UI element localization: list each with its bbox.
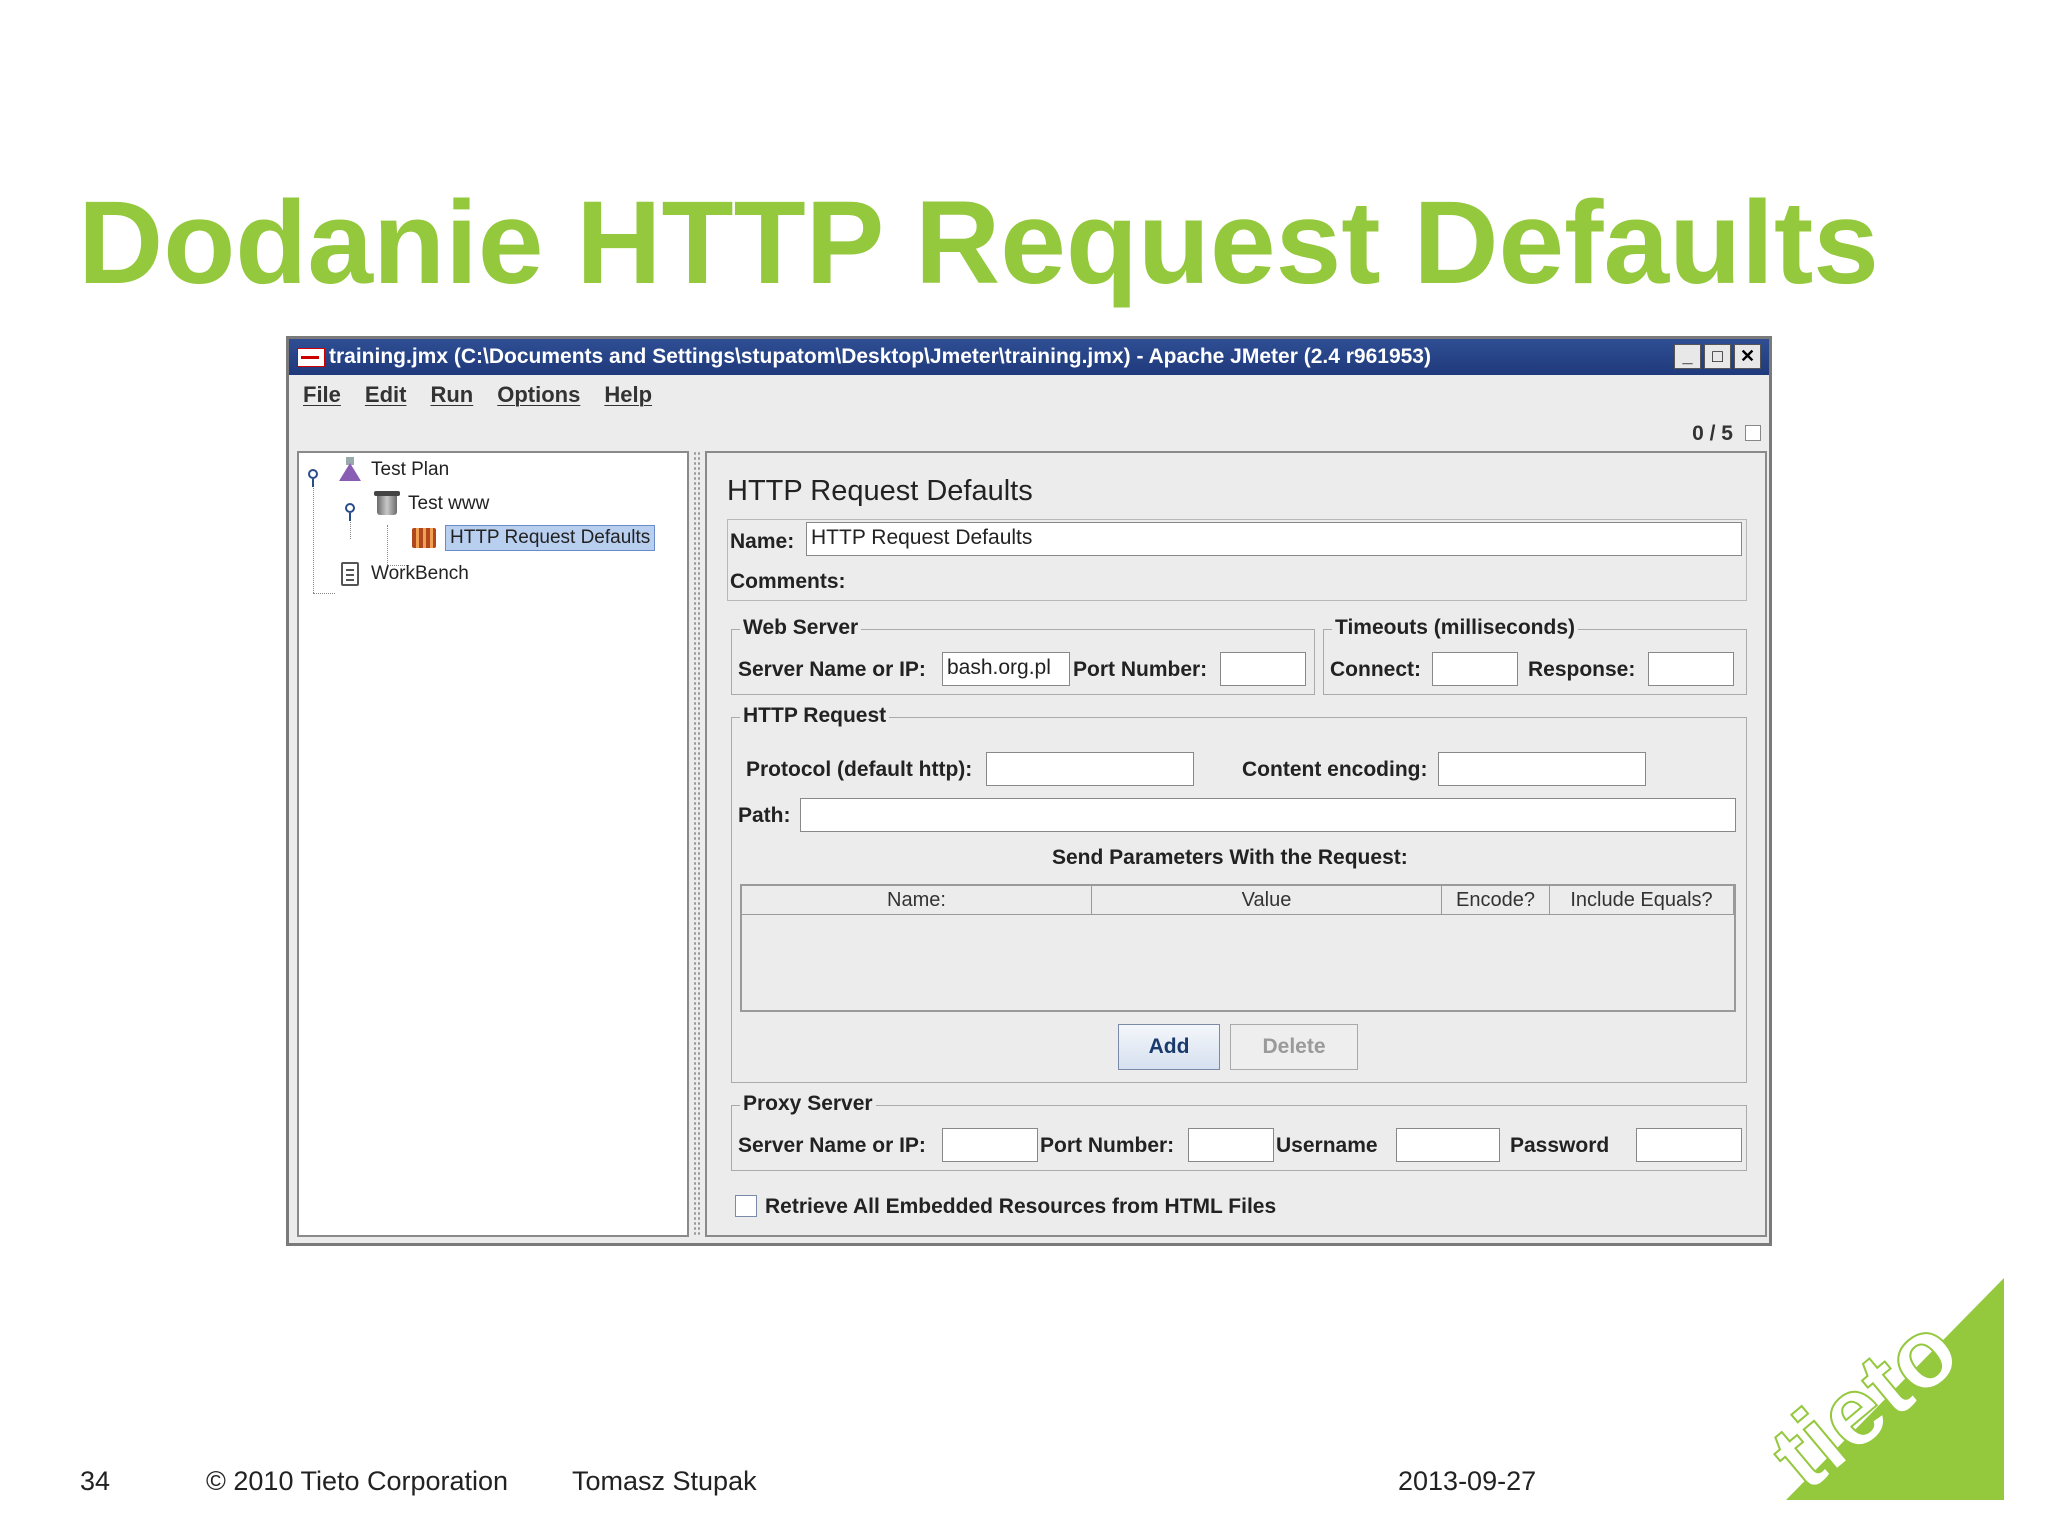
thread-counter: 0 / 5 <box>1692 422 1733 445</box>
close-button[interactable]: ✕ <box>1734 344 1761 369</box>
tree-item-test-www[interactable]: Test www <box>374 491 489 517</box>
retrieve-embedded-label[interactable]: Retrieve All Embedded Resources from HTM… <box>765 1195 1276 1219</box>
jmeter-window: training.jmx (C:\Documents and Settings\… <box>286 336 1772 1246</box>
port-number-label: Port Number: <box>1073 658 1208 681</box>
web-server-group: Web Server Server Name or IP: bash.org.p… <box>731 616 1315 695</box>
path-label: Path: <box>738 804 791 827</box>
proxy-server-title: Proxy Server <box>740 1092 876 1116</box>
server-name-field[interactable]: bash.org.pl <box>942 652 1070 686</box>
page-number: 34 <box>80 1466 111 1496</box>
comments-field[interactable] <box>852 564 1742 598</box>
timeouts-title: Timeouts (milliseconds) <box>1332 616 1578 640</box>
port-number-field[interactable] <box>1220 652 1306 686</box>
clipboard-icon <box>337 561 363 587</box>
tree-item-test-plan[interactable]: Test Plan <box>337 457 449 483</box>
name-comments-box: Name: HTTP Request Defaults Comments: <box>727 519 1747 601</box>
thread-group-icon <box>374 491 400 517</box>
proxy-password-label: Password <box>1510 1134 1610 1157</box>
connect-field[interactable] <box>1432 652 1518 686</box>
tree-toggle-test-plan[interactable] <box>308 469 318 487</box>
tieto-logo: tieto <box>1756 1278 2004 1500</box>
flask-icon <box>337 457 363 483</box>
test-plan-tree: Test Plan Test www HTTP Request Defaults… <box>297 451 689 1237</box>
config-panel: HTTP Request Defaults Name: HTTP Request… <box>705 451 1767 1237</box>
proxy-username-label: Username <box>1276 1134 1378 1157</box>
menu-run[interactable]: Run <box>430 382 473 408</box>
http-request-title: HTTP Request <box>740 704 890 728</box>
content-encoding-label: Content encoding: <box>1242 758 1428 781</box>
tree-item-label: WorkBench <box>371 563 469 584</box>
tree-item-http-request-defaults[interactable]: HTTP Request Defaults <box>411 525 656 551</box>
error-log-indicator[interactable] <box>1745 425 1761 441</box>
timeouts-group: Timeouts (milliseconds) Connect: Respons… <box>1323 616 1747 695</box>
response-field[interactable] <box>1648 652 1734 686</box>
column-header-encode[interactable]: Encode? <box>1442 886 1550 914</box>
window-titlebar[interactable]: training.jmx (C:\Documents and Settings\… <box>289 339 1769 375</box>
column-header-value[interactable]: Value <box>1092 886 1442 914</box>
menu-edit[interactable]: Edit <box>365 382 407 408</box>
connect-label: Connect: <box>1330 658 1421 681</box>
menu-options[interactable]: Options <box>497 382 580 408</box>
proxy-server-group: Proxy Server Server Name or IP: Port Num… <box>731 1092 1747 1171</box>
tree-toggle-test-www[interactable] <box>345 503 355 521</box>
parameters-table-header: Name: Value Encode? Include Equals? <box>742 886 1734 915</box>
http-request-group: HTTP Request Protocol (default http): Co… <box>731 704 1747 1083</box>
server-name-label: Server Name or IP: <box>738 658 926 681</box>
proxy-port-label: Port Number: <box>1040 1134 1175 1157</box>
response-label: Response: <box>1528 658 1636 681</box>
panel-title: HTTP Request Defaults <box>727 475 1033 507</box>
author: Tomasz Stupak <box>572 1466 757 1496</box>
delete-button[interactable]: Delete <box>1230 1024 1358 1070</box>
name-field[interactable]: HTTP Request Defaults <box>806 522 1742 556</box>
name-label: Name: <box>730 530 795 553</box>
tree-item-workbench[interactable]: WorkBench <box>337 561 469 587</box>
column-header-name[interactable]: Name: <box>742 886 1092 914</box>
parameters-table[interactable]: Name: Value Encode? Include Equals? <box>740 884 1736 1012</box>
send-parameters-heading: Send Parameters With the Request: <box>1052 846 1408 869</box>
column-header-include-equals[interactable]: Include Equals? <box>1550 886 1734 914</box>
slide-date: 2013-09-27 <box>1398 1466 1537 1496</box>
menu-bar: File Edit Run Options Help <box>289 375 1769 415</box>
proxy-server-name-field[interactable] <box>942 1128 1038 1162</box>
menu-help[interactable]: Help <box>604 382 652 408</box>
proxy-server-name-label: Server Name or IP: <box>738 1134 926 1157</box>
slide-title: Dodanie HTTP Request Defaults <box>78 177 1879 309</box>
maximize-button[interactable]: □ <box>1704 344 1731 369</box>
pane-splitter[interactable] <box>693 451 701 1237</box>
tree-item-label: HTTP Request Defaults <box>445 525 656 551</box>
proxy-username-field[interactable] <box>1396 1128 1500 1162</box>
menu-file[interactable]: File <box>303 382 341 408</box>
tree-item-label: Test www <box>408 493 490 514</box>
path-field[interactable] <box>800 798 1736 832</box>
window-title: training.jmx (C:\Documents and Settings\… <box>329 345 1431 368</box>
minimize-button[interactable]: _ <box>1674 344 1701 369</box>
content-encoding-field[interactable] <box>1438 752 1646 786</box>
copyright: © 2010 Tieto Corporation <box>206 1466 509 1496</box>
proxy-password-field[interactable] <box>1636 1128 1742 1162</box>
jmeter-app-icon <box>297 348 325 367</box>
config-element-icon <box>411 525 437 551</box>
proxy-port-field[interactable] <box>1188 1128 1274 1162</box>
tree-item-label: Test Plan <box>371 459 450 480</box>
retrieve-embedded-checkbox[interactable] <box>735 1195 757 1217</box>
comments-label: Comments: <box>730 570 846 593</box>
web-server-title: Web Server <box>740 616 862 640</box>
protocol-label: Protocol (default http): <box>746 758 973 781</box>
add-button[interactable]: Add <box>1118 1024 1220 1070</box>
protocol-field[interactable] <box>986 752 1194 786</box>
